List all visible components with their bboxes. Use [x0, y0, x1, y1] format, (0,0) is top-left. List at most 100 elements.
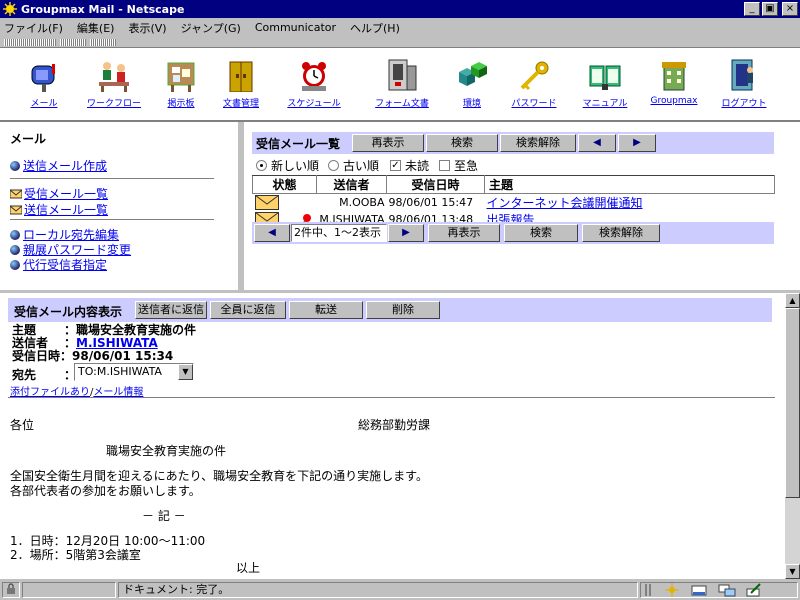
column-date[interactable]: 受信日時 [386, 175, 485, 194]
collapsed-toolbar-row [0, 37, 800, 48]
toolbar-grip-3[interactable] [90, 39, 116, 46]
unread-filter[interactable]: ✓ 未読 [390, 157, 429, 174]
search-clear-button-bottom[interactable]: 検索解除 [582, 224, 660, 242]
vertical-scrollbar[interactable]: ▲ ▼ [785, 293, 800, 579]
checkbox-checked[interactable]: ✓ [390, 160, 401, 171]
body-ki: － 記 － [142, 509, 186, 523]
divider [10, 178, 214, 180]
status-bar: ドキュメント: 完了。 [0, 579, 800, 600]
composer-icon[interactable] [745, 583, 763, 597]
search-button-bottom[interactable]: 検索 [504, 224, 578, 242]
mailbox-icon [9, 58, 79, 92]
proxy-recipient-link[interactable]: 代行受信者指定 [10, 256, 107, 273]
body-salutation: 各位 [10, 418, 35, 432]
environment-cubes-icon [437, 58, 507, 92]
table-row[interactable]: M.OOBA 98/06/01 15:47 インターネット会議開催通知 [253, 194, 775, 212]
menu-bar: ファイル(F) 編集(E) 表示(V) ジャンプ(G) Communicator… [0, 18, 800, 37]
navigator-icon[interactable] [663, 583, 681, 597]
body-department: 総務部勤労課 [358, 418, 431, 432]
column-status[interactable]: 状態 [252, 175, 317, 194]
recipient-row: 宛先： [12, 368, 77, 382]
prev-page-button[interactable]: ◀ [578, 134, 616, 152]
window-title: Groupmax Mail - Netscape [21, 2, 185, 16]
body-line: 各部代表者の参加をお願いします。 [10, 484, 201, 498]
toolbar-form-document[interactable]: フォーム文書 [367, 58, 437, 109]
inbox-list-link[interactable]: 受信メール一覧 [10, 185, 108, 202]
radio-selected[interactable] [256, 160, 267, 171]
list-title: 受信メール一覧 [256, 137, 341, 151]
discussion-icon[interactable] [718, 583, 736, 597]
prev-page-button-bottom[interactable]: ◀ [254, 224, 290, 242]
mailbox-status-icon[interactable] [690, 583, 708, 597]
page-count-display: 2件中、1〜2表示 [291, 224, 387, 242]
scroll-up-button[interactable]: ▲ [785, 293, 800, 308]
chevron-down-icon[interactable]: ▼ [178, 364, 193, 380]
reply-sender-button[interactable]: 送信者に返信 [135, 301, 207, 319]
component-bar [640, 582, 798, 598]
form-document-icon [367, 58, 437, 92]
body-end: 以上 [236, 561, 261, 575]
toolbar-manual[interactable]: マニュアル [570, 58, 640, 109]
workflow-icon [79, 58, 149, 92]
divider [10, 219, 214, 221]
mail-menu-pane: メール 送信メール作成 受信メール一覧 送信メール一覧 ローカル宛先編集 親展パ… [0, 122, 241, 290]
sort-old-option[interactable]: 古い順 [328, 157, 379, 174]
status-text: ドキュメント: 完了。 [118, 582, 638, 598]
next-page-button[interactable]: ▶ [618, 134, 656, 152]
minimize-button[interactable]: _ [744, 2, 760, 16]
compose-mail-link[interactable]: 送信メール作成 [10, 157, 107, 174]
bullet-icon [10, 259, 20, 270]
toolbar-schedule[interactable]: スケジュール [279, 58, 349, 109]
scroll-thumb[interactable] [785, 308, 800, 498]
header-body-divider [8, 397, 775, 399]
menu-edit[interactable]: 編集(E) [77, 20, 115, 36]
sent-list-link[interactable]: 送信メール一覧 [10, 201, 108, 218]
toolbar-password[interactable]: パスワード [499, 58, 569, 109]
column-sender[interactable]: 送信者 [316, 175, 387, 194]
toolbar-document-management[interactable]: 文書管理 [206, 58, 276, 109]
toolbar-grip-1[interactable] [4, 39, 56, 46]
menu-file[interactable]: ファイル(F) [4, 20, 63, 36]
attachment-row: 添付ファイルあり/メール情報 [10, 387, 144, 398]
scroll-down-button[interactable]: ▼ [785, 564, 800, 579]
groupmax-app-icon[interactable] [2, 1, 18, 17]
checkbox-unchecked[interactable] [439, 160, 450, 171]
toolbar-environment[interactable]: 環境 [437, 58, 507, 109]
toolbar-mail[interactable]: メール [9, 58, 79, 109]
mail-subject-link[interactable]: インターネット会議開催通知 [487, 196, 643, 210]
toolbar-groupmax[interactable]: Groupmax [639, 58, 709, 106]
groupmax-toolbar: メール ワークフロー 掲示板 文書管理 スケジュール フォーム文書 環境 パスワ… [0, 48, 800, 122]
pane-heading: メール [10, 132, 47, 146]
progress-area [22, 582, 116, 598]
delete-button[interactable]: 削除 [366, 301, 440, 319]
groupmax-building-icon [639, 58, 709, 92]
close-button[interactable]: × [782, 2, 798, 16]
refresh-button-bottom[interactable]: 再表示 [428, 224, 500, 242]
forward-button[interactable]: 転送 [289, 301, 363, 319]
manual-book-icon [570, 58, 640, 92]
refresh-button[interactable]: 再表示 [352, 134, 424, 152]
search-button[interactable]: 検索 [426, 134, 498, 152]
urgent-filter[interactable]: 至急 [439, 157, 478, 174]
search-clear-button[interactable]: 検索解除 [500, 134, 576, 152]
radio-unselected[interactable] [328, 160, 339, 171]
reply-all-button[interactable]: 全員に返信 [210, 301, 286, 319]
logout-door-icon [709, 58, 779, 92]
toolbar-logout[interactable]: ログアウト [709, 58, 779, 109]
column-subject[interactable]: 主題 [484, 175, 775, 194]
toolbar-grip-2[interactable] [60, 39, 86, 46]
toolbar-workflow[interactable]: ワークフロー [79, 58, 149, 109]
envelope-icon [10, 205, 22, 214]
menu-go[interactable]: ジャンプ(G) [181, 20, 241, 36]
sort-new-option[interactable]: 新しい順 [256, 157, 319, 174]
maximize-button[interactable]: ▣ [762, 2, 778, 16]
menu-view[interactable]: 表示(V) [128, 20, 166, 36]
menu-communicator[interactable]: Communicator [255, 21, 336, 34]
key-icon [499, 58, 569, 92]
recipient-select[interactable]: TO:M.ISHIWATA ▼ [74, 363, 194, 381]
security-lock-icon[interactable] [2, 582, 20, 598]
title-bar: Groupmax Mail - Netscape _ ▣ × [0, 0, 800, 18]
envelope-icon [10, 189, 22, 198]
menu-help[interactable]: ヘルプ(H) [350, 20, 400, 36]
next-page-button-bottom[interactable]: ▶ [388, 224, 424, 242]
